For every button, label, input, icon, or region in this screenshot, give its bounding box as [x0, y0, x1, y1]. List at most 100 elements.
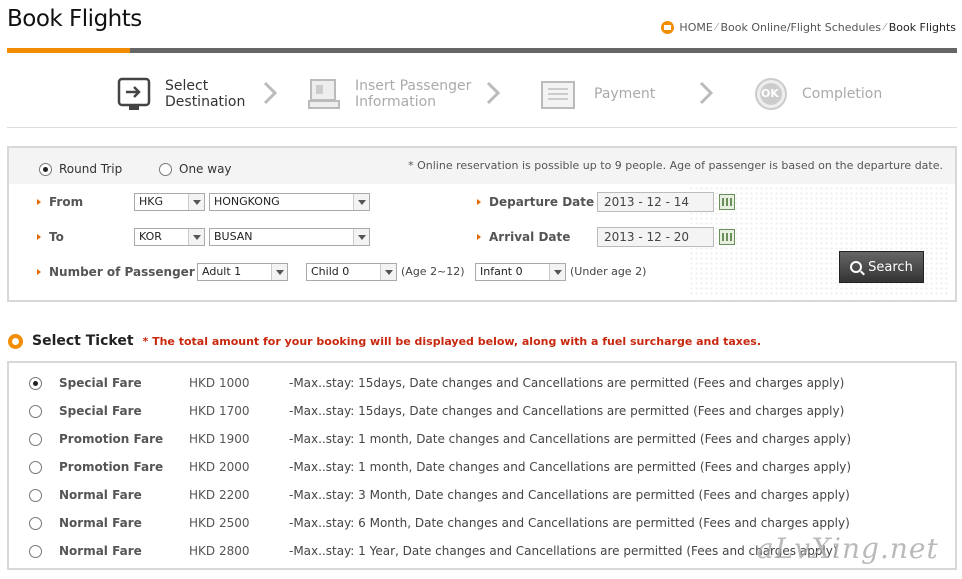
fare-description: -Max..stay: 6 Month, Date changes and Ca…	[289, 516, 850, 530]
chevron-right-icon	[263, 81, 277, 105]
child-age-hint: (Age 2~12)	[401, 265, 465, 278]
ticket-row[interactable]: Special Fare HKD 1000 -Max..stay: 15days, …	[9, 369, 955, 397]
round-trip-label: Round Trip	[59, 162, 123, 176]
step-payment: Payment	[540, 77, 655, 111]
step-label-line1: Payment	[594, 86, 656, 102]
child-select[interactable]: Child 0	[306, 263, 397, 281]
one-way-label: One way	[179, 162, 232, 176]
ticket-radio[interactable]	[29, 432, 42, 446]
breadcrumb-book-online[interactable]: Book Online/Flight Schedules	[720, 21, 881, 34]
home-icon	[661, 21, 675, 34]
chevron-down-icon	[271, 264, 287, 280]
ok-badge-text: OK	[761, 87, 779, 100]
infant-select[interactable]: Infant 0	[475, 263, 566, 281]
chevron-down-icon	[188, 194, 204, 210]
ticket-radio[interactable]	[29, 376, 42, 390]
step-insert-passenger: Insert Passenger Information	[307, 77, 471, 111]
breadcrumb-separator: ⁄	[884, 22, 886, 33]
step-label-line1: Insert Passenger	[355, 78, 472, 94]
departure-date-input[interactable]: 2013 - 12 - 14	[597, 192, 714, 212]
fare-price: HKD 2800	[189, 544, 250, 558]
to-city-select[interactable]: BUSAN	[209, 228, 370, 246]
fare-description: -Max..stay: 15days, Date changes and Can…	[289, 404, 845, 418]
section-bullet-icon	[8, 333, 23, 349]
fare-name: Promotion Fare	[59, 460, 164, 474]
breadcrumb-home[interactable]: HOME	[679, 21, 712, 34]
fare-name: Normal Fare	[59, 488, 142, 502]
one-way-radio[interactable]	[159, 162, 172, 176]
infant-age-hint: (Under age 2)	[570, 265, 647, 278]
step-completion: OK Completion	[754, 77, 882, 111]
calendar-icon[interactable]	[719, 194, 735, 210]
fare-description: -Max..stay: 1 month, Date changes and Ca…	[289, 432, 852, 446]
watermark: aLvXing.net	[757, 532, 939, 565]
from-city-select[interactable]: HONGKONG	[209, 193, 370, 211]
payment-icon	[540, 77, 578, 111]
passenger-icon	[307, 77, 341, 111]
ticket-row[interactable]: Special Fare HKD 1700 -Max..stay: 15days, …	[9, 397, 955, 425]
chevron-down-icon	[353, 194, 369, 210]
fare-price: HKD 2200	[189, 488, 250, 502]
fare-name: Normal Fare	[59, 516, 142, 530]
select-destination-icon	[117, 77, 151, 111]
arrival-date-label: Arrival Date	[477, 230, 570, 244]
search-button-label: Search	[868, 259, 913, 275]
ok-icon: OK	[754, 77, 788, 111]
ticket-radio[interactable]	[29, 544, 42, 558]
ticket-radio[interactable]	[29, 488, 42, 502]
chevron-down-icon	[353, 229, 369, 245]
search-icon	[850, 261, 863, 273]
from-code-select[interactable]: HKG	[134, 193, 205, 211]
reservation-note: * Online reservation is possible up to 9…	[408, 159, 943, 172]
chevron-down-icon	[188, 229, 204, 245]
fare-description: -Max..stay: 1 Year, Date changes and Can…	[289, 544, 838, 558]
breadcrumb: HOME ⁄ Book Online/Flight Schedules ⁄ Bo…	[661, 21, 956, 34]
fare-description: -Max..stay: 15days, Date changes and Can…	[289, 376, 845, 390]
booking-steps: Select Destination Insert Passenger Info…	[7, 53, 957, 128]
step-label-line1: Completion	[802, 86, 883, 102]
page-title: Book Flights	[7, 6, 142, 32]
fare-description: -Max..stay: 3 Month, Date changes and Ca…	[289, 488, 850, 502]
fare-price: HKD 1000	[189, 376, 250, 390]
ticket-radio[interactable]	[29, 516, 42, 530]
fare-name: Special Fare	[59, 404, 142, 418]
breadcrumb-separator: ⁄	[715, 22, 718, 33]
select-ticket-header: Select Ticket * The total amount for you…	[8, 333, 761, 349]
breadcrumb-current: Book Flights	[888, 21, 956, 34]
fare-name: Normal Fare	[59, 544, 142, 558]
fare-price: HKD 1700	[189, 404, 250, 418]
ticket-row[interactable]: Normal Fare HKD 2200 -Max..stay: 3 Month, …	[9, 481, 955, 509]
departure-date-label: Departure Date	[477, 195, 594, 209]
ticket-row[interactable]: Promotion Fare HKD 1900 -Max..stay: 1 mont…	[9, 425, 955, 453]
ticket-radio[interactable]	[29, 460, 42, 474]
adult-select[interactable]: Adult 1	[197, 263, 288, 281]
section-note: * The total amount for your booking will…	[142, 334, 762, 348]
fare-description: -Max..stay: 1 month, Date changes and Ca…	[289, 460, 852, 474]
one-way-option[interactable]: One way	[159, 162, 232, 176]
to-code-select[interactable]: KOR	[134, 228, 205, 246]
fare-price: HKD 2500	[189, 516, 250, 530]
arrival-date-input[interactable]: 2013 - 12 - 20	[597, 227, 714, 247]
step-label-line1: Select	[165, 78, 209, 94]
flight-search-panel: Round Trip One way * Online reservation …	[7, 146, 957, 302]
round-trip-radio[interactable]	[39, 162, 52, 176]
fare-name: Special Fare	[59, 376, 142, 390]
round-trip-option[interactable]: Round Trip	[39, 162, 122, 176]
from-label: From	[37, 195, 83, 209]
ticket-radio[interactable]	[29, 404, 42, 418]
search-button[interactable]: Search	[839, 251, 924, 283]
step-select-destination: Select Destination	[117, 77, 245, 111]
fare-price: HKD 1900	[189, 432, 250, 446]
chevron-down-icon	[380, 264, 396, 280]
to-label: To	[37, 230, 64, 244]
chevron-right-icon	[486, 81, 500, 105]
chevron-down-icon	[549, 264, 565, 280]
fare-price: HKD 2000	[189, 460, 250, 474]
section-title: Select Ticket	[32, 333, 134, 349]
step-label-line2: Destination	[165, 94, 246, 110]
calendar-icon[interactable]	[719, 229, 735, 245]
step-label-line2: Information	[355, 94, 437, 110]
passenger-label: Number of Passenger	[37, 265, 195, 279]
chevron-right-icon	[699, 81, 713, 105]
ticket-row[interactable]: Promotion Fare HKD 2000 -Max..stay: 1 mont…	[9, 453, 955, 481]
